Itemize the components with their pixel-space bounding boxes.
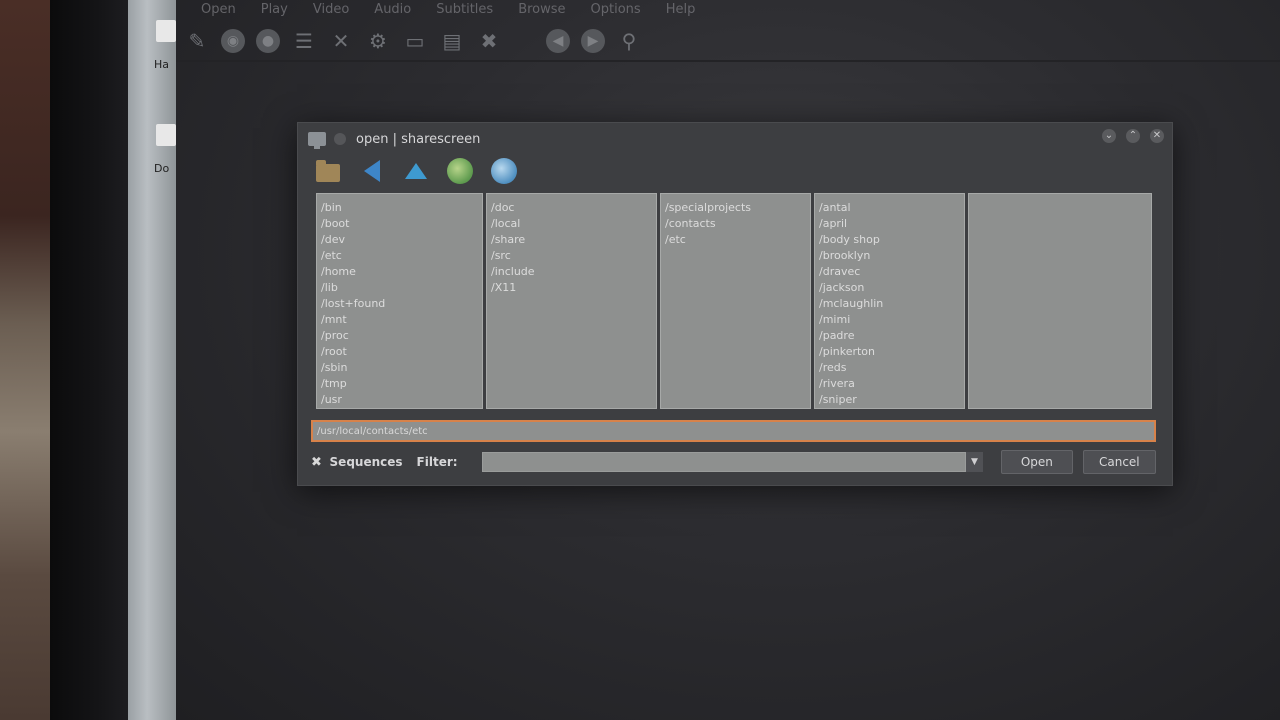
directory-item[interactable]: /dravec [819, 264, 960, 280]
open-file-dialog: open | sharescreen ⌄ ⌃ ✕ /bin/boot/dev/e… [297, 122, 1173, 486]
menu-play[interactable]: Play [246, 0, 298, 22]
directory-item[interactable]: /local [491, 216, 652, 232]
menu-open[interactable]: Open [186, 0, 246, 22]
directory-item[interactable]: /proc [321, 328, 478, 344]
menu-help[interactable]: Help [651, 0, 706, 22]
directory-column-4[interactable]: /antal/april/body shop/brooklyn/dravec/j… [814, 193, 965, 409]
directory-item[interactable]: /home [321, 264, 478, 280]
path-input[interactable]: /usr/local/contacts/etc [311, 420, 1156, 442]
directory-item[interactable]: /sniper [819, 392, 960, 408]
directory-item[interactable]: /lost+found [321, 296, 478, 312]
open-button[interactable]: Open [1001, 450, 1073, 474]
directory-item[interactable]: /body shop [819, 232, 960, 248]
fullscreen-icon[interactable]: ✕ [328, 28, 354, 54]
monitor-bezel [50, 0, 128, 720]
desktop-icon-1-label: Ha [154, 58, 170, 71]
directory-item[interactable]: /share [491, 232, 652, 248]
sequences-checkbox[interactable]: ✖ [311, 456, 324, 469]
maximize-icon[interactable]: ⌃ [1126, 129, 1140, 143]
dialog-bottom-row: ✖ Sequences Filter: ▼ Open Cancel [311, 449, 1156, 475]
directory-item[interactable]: /dev [321, 232, 478, 248]
directory-item[interactable]: /boot [321, 216, 478, 232]
dialog-nav-bar [314, 157, 518, 185]
directory-item[interactable]: /mclaughlin [819, 296, 960, 312]
menu-audio[interactable]: Audio [359, 0, 421, 22]
directory-column-5[interactable] [968, 193, 1152, 409]
status-dot-icon [334, 133, 346, 145]
directory-item[interactable]: /lib [321, 280, 478, 296]
history-globe-icon[interactable] [446, 157, 474, 185]
previous-icon[interactable]: ◀ [546, 29, 570, 53]
directory-item[interactable]: /specialprojects [665, 200, 806, 216]
pin-icon[interactable]: ✎ [184, 28, 210, 54]
minimize-icon[interactable]: ⌄ [1102, 129, 1116, 143]
magnifier-icon[interactable]: ⚲ [616, 28, 642, 54]
directory-item[interactable]: /mnt [321, 312, 478, 328]
desktop-icon-1[interactable] [156, 20, 176, 42]
window-controls: ⌄ ⌃ ✕ [1102, 129, 1164, 143]
back-arrow-icon[interactable] [358, 157, 386, 185]
filter-label: Filter: [416, 455, 458, 469]
menu-options[interactable]: Options [576, 0, 651, 22]
directory-item[interactable]: /padre [819, 328, 960, 344]
background-room [0, 0, 50, 720]
directory-item[interactable]: /reds [819, 360, 960, 376]
directory-item[interactable]: /etc [665, 232, 806, 248]
directory-item[interactable]: /rivera [819, 376, 960, 392]
dialog-title: open | sharescreen [356, 131, 481, 147]
directory-item[interactable]: /pinkerton [819, 344, 960, 360]
directory-item[interactable]: /root [321, 344, 478, 360]
directory-browser: /bin/boot/dev/etc/home/lib/lost+found/mn… [316, 193, 1154, 409]
directory-item[interactable]: /contacts [665, 216, 806, 232]
gear-icon[interactable]: ⚙ [365, 28, 391, 54]
next-icon[interactable]: ▶ [581, 29, 605, 53]
directory-item[interactable]: /sbin [321, 360, 478, 376]
directory-item[interactable]: /mimi [819, 312, 960, 328]
directory-item[interactable]: /doc [491, 200, 652, 216]
directory-item[interactable]: /usr [321, 392, 478, 408]
directory-item[interactable]: /tmp [321, 376, 478, 392]
directory-item[interactable]: /april [819, 216, 960, 232]
directory-item[interactable]: /brooklyn [819, 248, 960, 264]
document-icon[interactable]: ▤ [439, 28, 465, 54]
menu-browse[interactable]: Browse [503, 0, 575, 22]
film-icon[interactable]: ☰ [291, 28, 317, 54]
directory-column-3[interactable]: /specialprojects/contacts/etc [660, 193, 811, 409]
directory-item[interactable]: /include [491, 264, 652, 280]
monitor-icon [308, 132, 326, 149]
directory-item[interactable]: /X11 [491, 280, 652, 296]
circle-icon[interactable]: ● [256, 29, 280, 53]
cancel-button[interactable]: Cancel [1082, 450, 1156, 474]
dialog-titlebar[interactable]: open | sharescreen ⌄ ⌃ ✕ [298, 123, 1172, 155]
sequences-label: Sequences [329, 455, 403, 469]
tools-icon[interactable]: ✖ [476, 28, 502, 54]
toolbar-divider [176, 60, 1280, 62]
close-icon[interactable]: ✕ [1150, 129, 1164, 143]
disc-icon[interactable]: ◉ [221, 29, 245, 53]
directory-item[interactable]: /src [491, 248, 652, 264]
menu-video[interactable]: Video [298, 0, 359, 22]
screen-icon[interactable]: ▭ [402, 28, 428, 54]
chevron-down-icon[interactable]: ▼ [965, 452, 984, 472]
toolbar: ✎ ◉ ● ☰ ✕ ⚙ ▭ ▤ ✖ ◀ ▶ ⚲ [184, 26, 642, 56]
filter-input[interactable] [481, 452, 966, 472]
desktop-strip [128, 0, 176, 720]
directory-column-1[interactable]: /bin/boot/dev/etc/home/lib/lost+found/mn… [316, 193, 483, 409]
folder-icon[interactable] [314, 157, 342, 185]
directory-item[interactable]: /jackson [819, 280, 960, 296]
web-globe-icon[interactable] [490, 157, 518, 185]
menu-subtitles[interactable]: Subtitles [421, 0, 503, 22]
menubar: Open Play Video Audio Subtitles Browse O… [186, 0, 705, 22]
desktop-icon-2-label: Do [154, 162, 170, 175]
desktop-icon-2[interactable] [156, 124, 176, 146]
directory-item[interactable]: /bin [321, 200, 478, 216]
directory-item[interactable]: /antal [819, 200, 960, 216]
directory-column-2[interactable]: /doc/local/share/src/include/X11 [486, 193, 657, 409]
up-arrow-icon[interactable] [402, 157, 430, 185]
directory-item[interactable]: /etc [321, 248, 478, 264]
